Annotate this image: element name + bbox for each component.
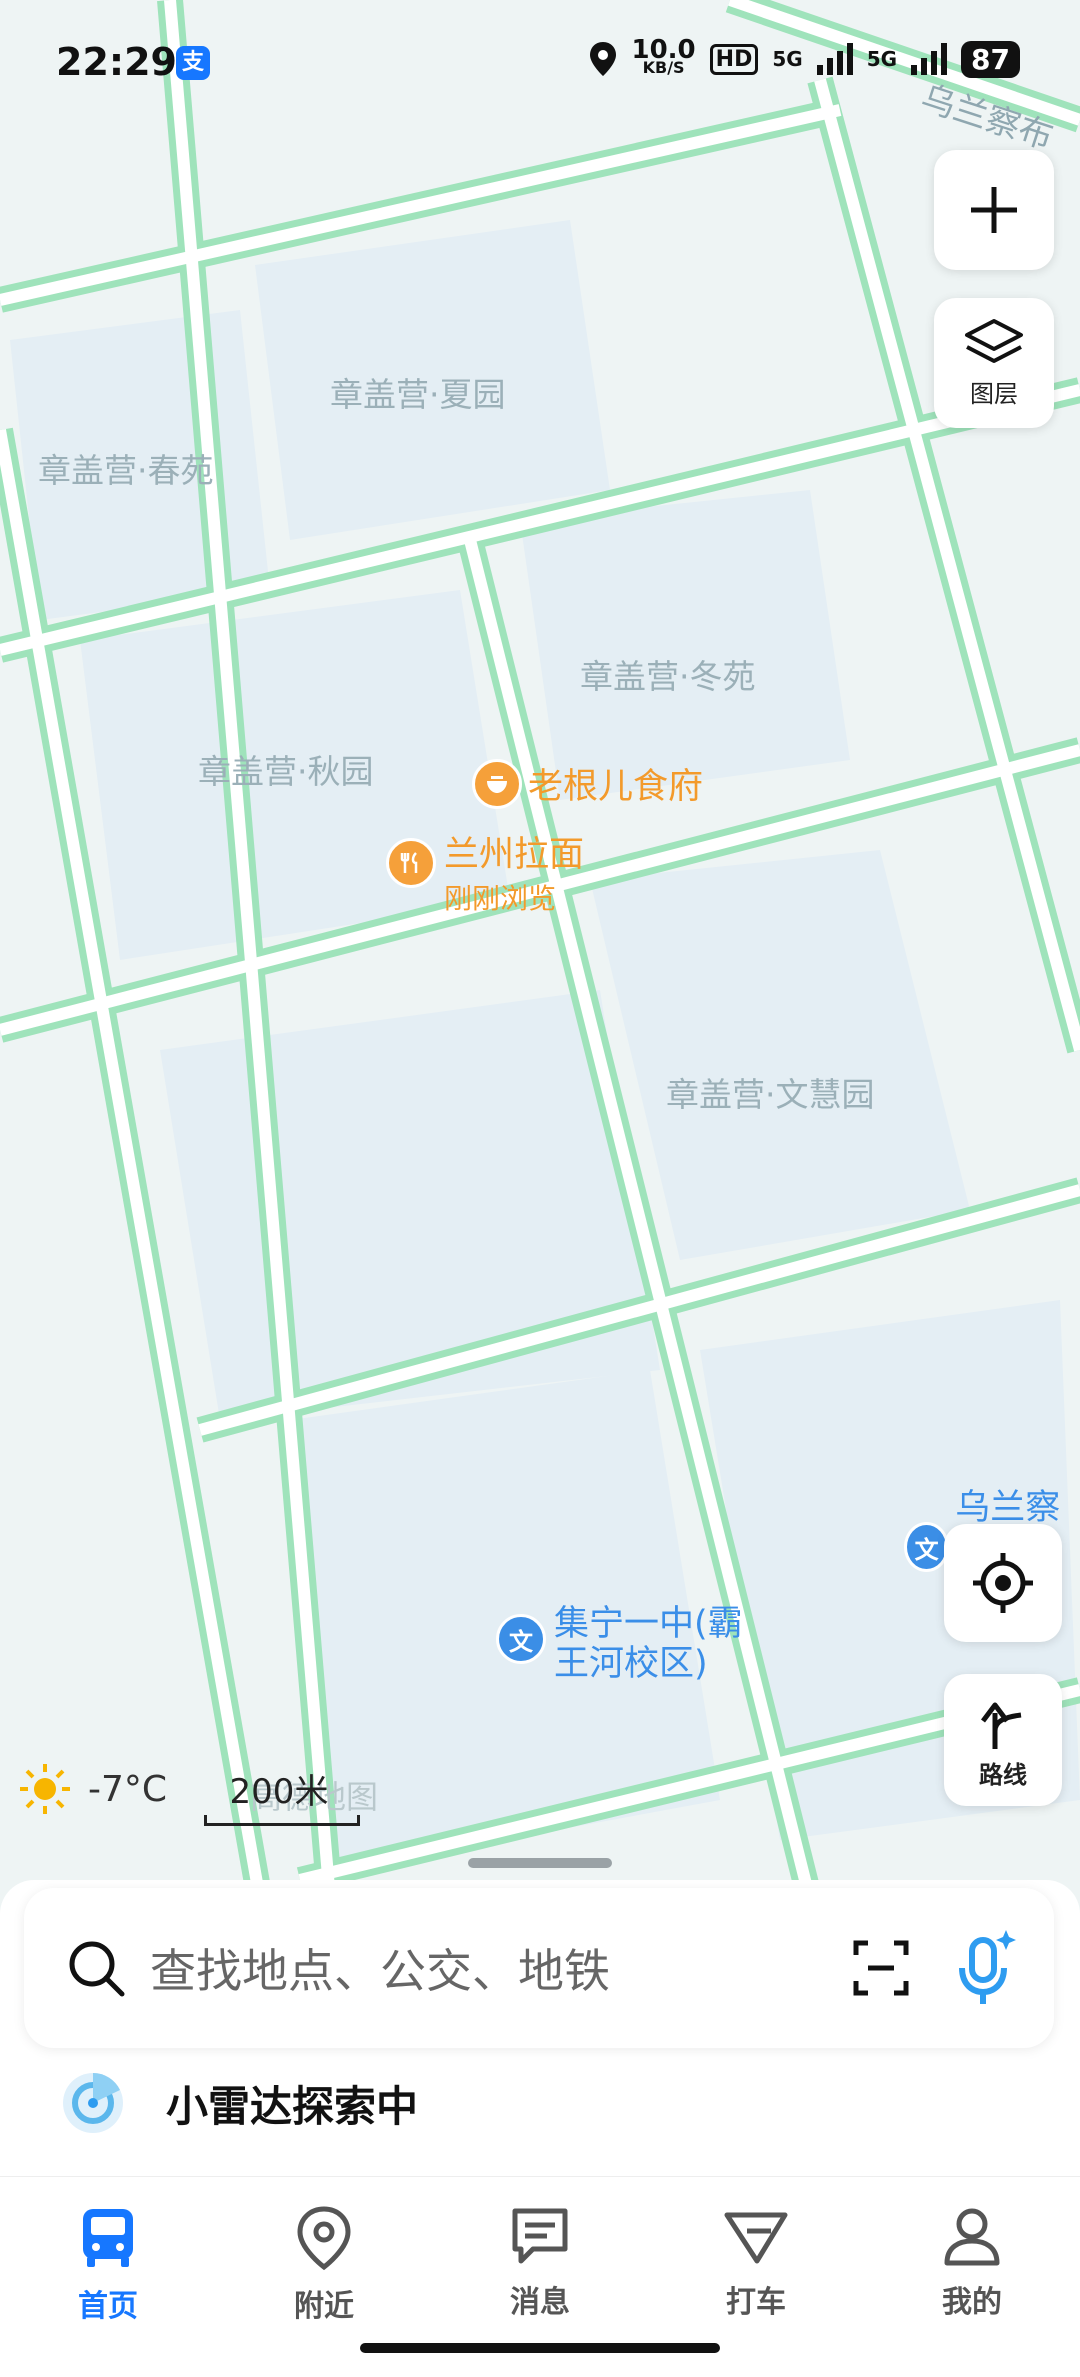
place-label-chunyuan: 章盖营·春苑 [38,451,214,490]
scale-bar [204,1815,360,1826]
radar-label: 小雷达探索中 [166,2081,419,2131]
weather-widget[interactable]: -7°C [18,1762,167,1816]
poi-laogenr[interactable]: 老根儿食府 [472,758,703,809]
signal-5g-2: 5G [866,47,898,71]
place-label-qiuyuan: 章盖营·秋园 [198,752,374,791]
location-pin-icon [297,2206,351,2271]
nav-taxi-label: 打车 [726,2285,786,2320]
school-icon: 文 [496,1614,546,1664]
network-speed: 10.0 KB/S [631,35,696,77]
status-icons: 10.0 KB/S HD 5G 5G 87 [588,35,1020,78]
voice-mic-icon[interactable] [954,1928,1018,2008]
school-icon-right: 文 [904,1522,950,1572]
map-scale: 200米 [204,1764,360,1826]
search-bar[interactable]: 查找地点、公交、地铁 [24,1888,1054,2048]
layers-label: 图层 [970,379,1018,408]
scan-icon[interactable] [852,1939,910,1997]
locate-icon [973,1553,1033,1613]
fork-knife-icon [386,838,436,888]
user-icon [944,2208,1000,2266]
restaurant-icon [472,758,522,809]
locate-button[interactable] [944,1524,1062,1642]
layers-icon [965,318,1023,363]
nav-nearby-label: 附近 [294,2289,354,2324]
alipay-icon: 支 [176,46,210,80]
status-time: 22:29 [56,40,177,84]
nav-profile[interactable]: 我的 [864,2177,1080,2377]
poi-lanzhou-sublabel: 刚刚浏览 [444,882,557,915]
battery-indicator: 87 [961,40,1020,78]
layers-button[interactable]: 图层 [934,298,1054,428]
signal-bars-icon [816,43,853,75]
zoom-in-button[interactable] [934,150,1054,270]
poi-lanzhou[interactable]: 兰州拉面 刚刚浏览 [386,826,584,917]
place-label-xiayuan: 章盖营·夏园 [330,375,506,414]
sun-icon [20,1764,70,1814]
route-label: 路线 [979,1760,1027,1789]
search-icon [69,1941,125,1997]
scale-label: 200米 [229,1772,329,1812]
signal-5g-1: 5G [772,47,803,71]
poi-school[interactable]: 文 集宁一中(霸 王河校区) [496,1604,743,1684]
location-icon [589,42,616,76]
plus-icon [971,187,1017,233]
home-indicator[interactable] [360,2343,720,2353]
poi-school-label-2: 王河校区) [554,1644,708,1684]
drag-handle[interactable] [468,1858,612,1868]
poi-laogenr-label: 老根儿食府 [528,767,704,807]
search-input[interactable]: 查找地点、公交、地铁 [150,1935,852,2001]
place-label-wenhuiyuan: 章盖营·文慧园 [666,1075,875,1114]
nav-profile-label: 我的 [942,2285,1002,2320]
radar-icon [63,2073,123,2133]
taxi-icon [724,2212,788,2264]
route-button[interactable]: 路线 [944,1674,1062,1806]
radar-row[interactable]: 小雷达探索中 [60,2070,418,2136]
route-arrow-icon [981,1702,1022,1749]
message-icon [512,2208,568,2264]
signal-bars-icon-2 [911,43,948,75]
nav-home-label: 首页 [78,2289,138,2324]
poi-lanzhou-label: 兰州拉面 [444,835,585,875]
poi-school-label-1: 集宁一中(霸 [554,1604,743,1644]
bus-icon [83,2209,133,2267]
nav-messages-label: 消息 [510,2285,570,2320]
hd-badge: HD [709,43,759,75]
place-label-dongyuan: 章盖营·冬苑 [580,657,756,696]
temperature: -7°C [88,1768,168,1810]
nav-home[interactable]: 首页 [0,2177,216,2377]
